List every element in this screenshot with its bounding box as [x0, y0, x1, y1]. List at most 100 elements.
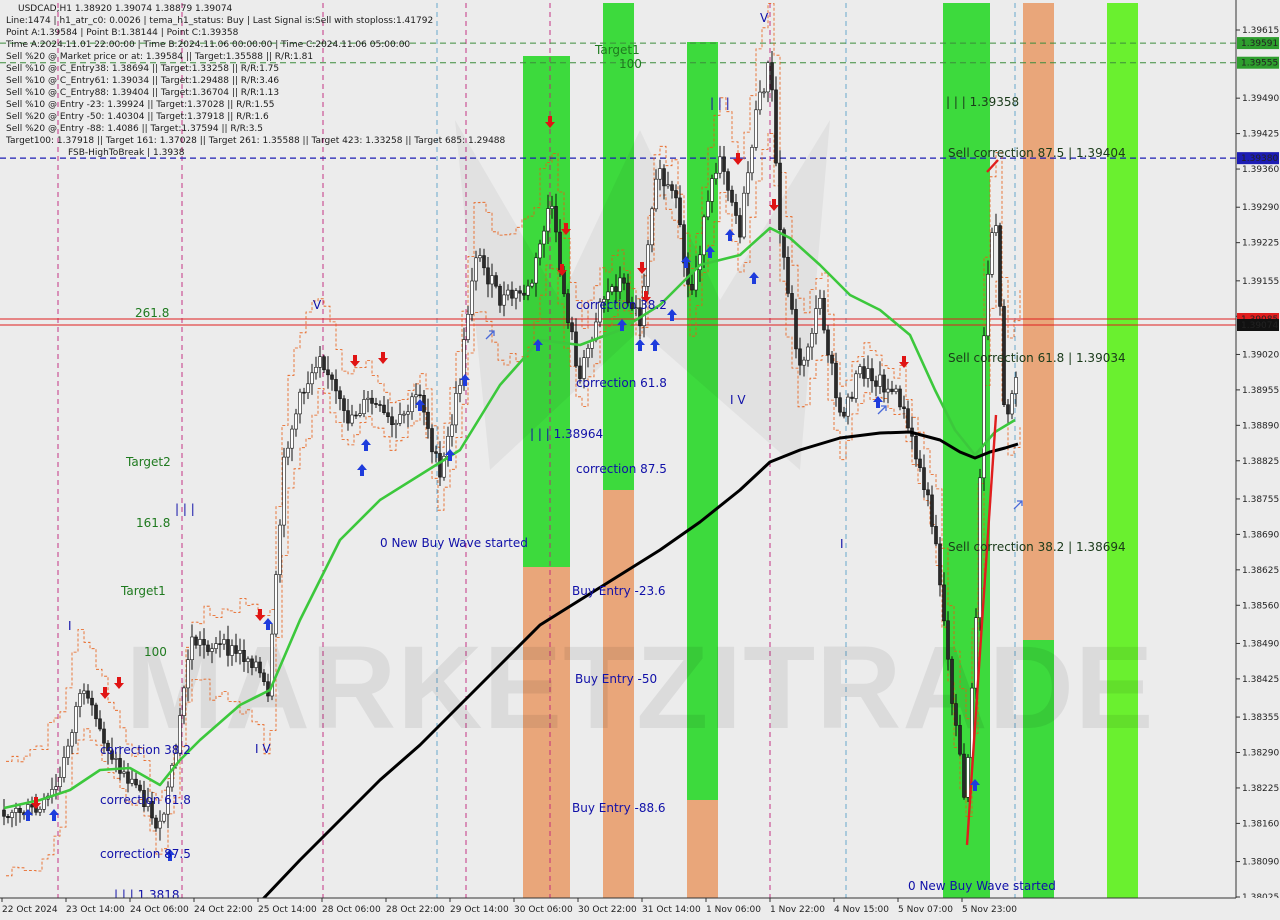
candle-body: [938, 543, 942, 586]
candle-body: [434, 451, 438, 454]
annotation-label: Buy Entry -23.6: [572, 584, 666, 598]
candle-body: [870, 368, 874, 382]
candle-body: [158, 820, 162, 829]
annotation-label: 161.8: [136, 516, 170, 530]
candle-body: [466, 313, 470, 340]
price-tick-label: 1.39425: [1242, 130, 1279, 140]
price-tick-label: 1.38355: [1242, 713, 1279, 723]
candle-body: [822, 297, 826, 331]
time-tick-label: 31 Oct 14:00: [642, 905, 701, 915]
candle-body: [862, 366, 866, 379]
info-line: Time A:2024.11.01 22:00:00 | Time B:2024…: [5, 40, 410, 50]
candle-body: [514, 290, 518, 299]
candle-body: [42, 798, 46, 810]
annotation-label: correction 38.2: [100, 743, 191, 757]
price-chart[interactable]: MARKETZITRADE Target1100261.8Target2161.…: [0, 0, 1280, 920]
candle-body: [94, 704, 98, 720]
candle-body: [658, 168, 662, 180]
candle-body: [802, 359, 806, 366]
candle-body: [338, 390, 342, 399]
price-tick-label: 1.38490: [1242, 639, 1279, 649]
candle-body: [866, 368, 870, 379]
annotation-label: V: [313, 298, 322, 312]
candle-body: [714, 173, 718, 180]
candle-body: [846, 396, 850, 417]
annotation-label: Sell correction 87.5 | 1.39404: [948, 146, 1126, 160]
price-tick-label: 1.39020: [1242, 350, 1279, 360]
price-axis: 1.39615 1.39490 1.39425 1.39360 1.39290 1.392…: [1235, 0, 1280, 920]
info-line: Target100: 1.37918 || Target 161: 1.3702…: [5, 136, 506, 146]
candle-body: [790, 293, 794, 310]
candle-body: [930, 494, 934, 527]
candle-body: [522, 292, 526, 296]
candle-body: [66, 745, 70, 758]
candle-body: [226, 639, 230, 656]
candle-body: [826, 329, 830, 356]
annotation-label: 100: [619, 57, 642, 71]
candle-body: [470, 280, 474, 315]
candle-body: [362, 399, 366, 414]
candle-body: [386, 412, 390, 418]
time-tick-label: 30 Oct 22:00: [578, 905, 637, 915]
candle-body: [854, 373, 858, 399]
candle-body: [490, 275, 494, 285]
candle-body: [550, 206, 554, 209]
candle-body: [38, 808, 42, 813]
candle-body: [530, 282, 534, 287]
time-tick-label: 28 Oct 22:00: [386, 905, 445, 915]
candle-body: [694, 269, 698, 291]
info-line: Sell %20 @ Entry -50: 1.40304 || Target:…: [6, 112, 269, 122]
candle-body: [566, 293, 570, 324]
zone-5-0: [1107, 3, 1138, 898]
candle-body: [126, 771, 130, 784]
candle-body: [962, 753, 966, 798]
candle-body: [1010, 393, 1014, 415]
candle-body: [838, 397, 842, 413]
candle-body: [426, 411, 430, 429]
candle-body: [678, 197, 682, 225]
candle-body: [538, 243, 542, 259]
candle-body: [902, 406, 906, 409]
candle-body: [834, 362, 838, 399]
info-line: Sell %10 @ Entry -23: 1.39924 || Target:…: [6, 100, 274, 110]
candle-body: [722, 156, 726, 172]
candle-body: [186, 659, 190, 689]
candle-body: [934, 526, 938, 545]
candle-body: [654, 178, 658, 210]
annotation-label: I V: [730, 393, 746, 407]
candle-body: [182, 687, 186, 716]
candle-body: [342, 398, 346, 411]
candle-body: [306, 383, 310, 393]
time-tick-label: 24 Oct 06:00: [130, 905, 189, 915]
candle-body: [354, 414, 358, 417]
candle-body: [734, 202, 738, 216]
annotation-label: correction 87.5: [576, 462, 667, 476]
price-tick-label: 1.39360: [1242, 165, 1279, 175]
candle-body: [898, 388, 902, 408]
candle-body: [894, 388, 898, 392]
candle-body: [542, 230, 546, 245]
candle-body: [494, 275, 498, 287]
candle-body: [374, 403, 378, 405]
price-tick-label: 1.38890: [1242, 421, 1279, 431]
candle-body: [738, 215, 742, 238]
price-tick-label: 1.38625: [1242, 566, 1279, 576]
watermark: MARKETZITRADE: [125, 622, 1154, 754]
candle-body: [250, 658, 254, 668]
candle-body: [54, 786, 58, 790]
price-tick-label: 1.38160: [1242, 819, 1279, 829]
time-tick-label: 5 Nov 07:00: [898, 905, 953, 915]
time-tick-label: 30 Oct 06:00: [514, 905, 573, 915]
candle-body: [754, 109, 758, 148]
candle-body: [74, 706, 78, 733]
candle-body: [430, 428, 434, 453]
candle-body: [750, 147, 754, 174]
candle-body: [274, 574, 278, 635]
candle-body: [646, 244, 650, 287]
candle-body: [986, 273, 990, 337]
candle-body: [710, 178, 714, 202]
candle-body: [278, 524, 282, 575]
candle-body: [554, 206, 558, 233]
candle-body: [890, 388, 894, 392]
candle-body: [310, 372, 314, 385]
